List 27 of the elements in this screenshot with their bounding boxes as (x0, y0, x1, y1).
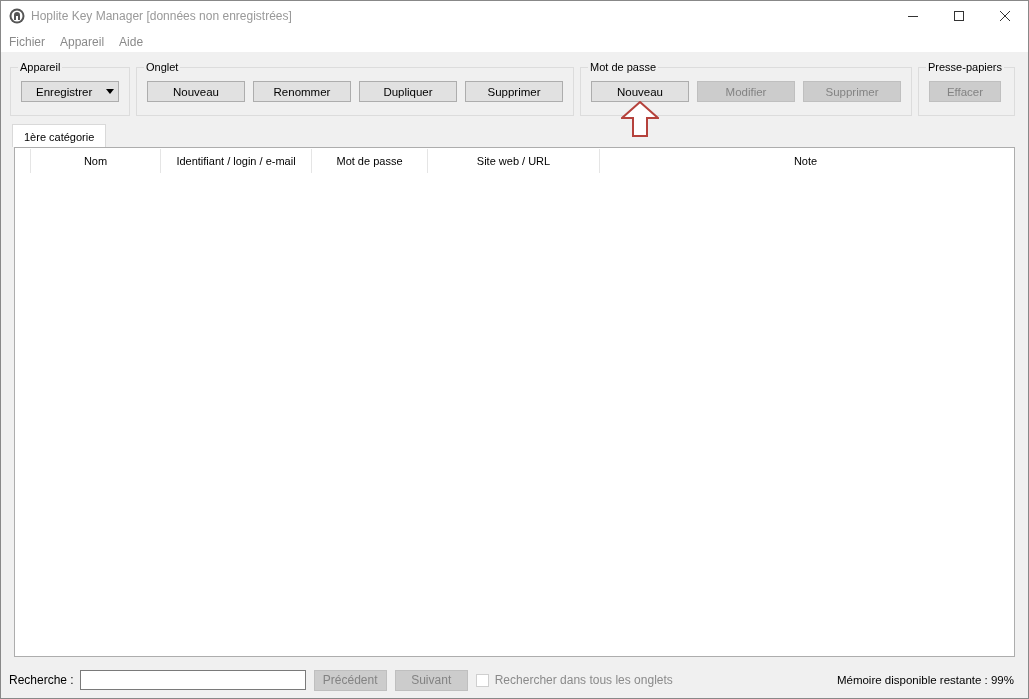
search-label: Recherche : (9, 673, 74, 687)
memory-status: Mémoire disponible restante : 99% (836, 674, 1014, 686)
column-header[interactable]: Nom (31, 149, 161, 173)
menu-item[interactable]: Aide (119, 34, 144, 49)
caret-icon (106, 89, 115, 94)
search-field[interactable] (79, 670, 306, 690)
group-label: Onglet (145, 61, 180, 73)
window-title: Hoplite Key Manager [données non enregistrées] (31, 9, 292, 23)
column-header[interactable]: Note (600, 149, 1011, 173)
menu-item[interactable]: Fichier (9, 34, 45, 49)
menu-item[interactable]: Appareil (60, 34, 105, 49)
button[interactable]: Nouveau (591, 81, 689, 102)
group-label: Appareil (19, 61, 62, 73)
checkbox-label: Rechercher dans tous les onglets (494, 673, 673, 687)
button[interactable]: Enregistrer (21, 81, 119, 102)
column-header[interactable]: Identifiant / login / e-mail (161, 149, 312, 173)
group-label: Presse-papiers (927, 61, 1003, 73)
button[interactable]: Supprimer (465, 81, 563, 102)
close-icon[interactable] (1000, 11, 1010, 21)
maximize-icon[interactable] (954, 11, 964, 21)
group-label: Mot de passe (589, 61, 658, 73)
button[interactable]: Dupliquer (359, 81, 457, 102)
column-header[interactable]: Mot de passe (312, 149, 428, 173)
column-header[interactable]: Site web / URL (428, 149, 600, 173)
button[interactable]: Renommer (253, 81, 351, 102)
button[interactable]: Nouveau (147, 81, 245, 102)
tab[interactable]: 1ère catégorie (12, 124, 107, 147)
